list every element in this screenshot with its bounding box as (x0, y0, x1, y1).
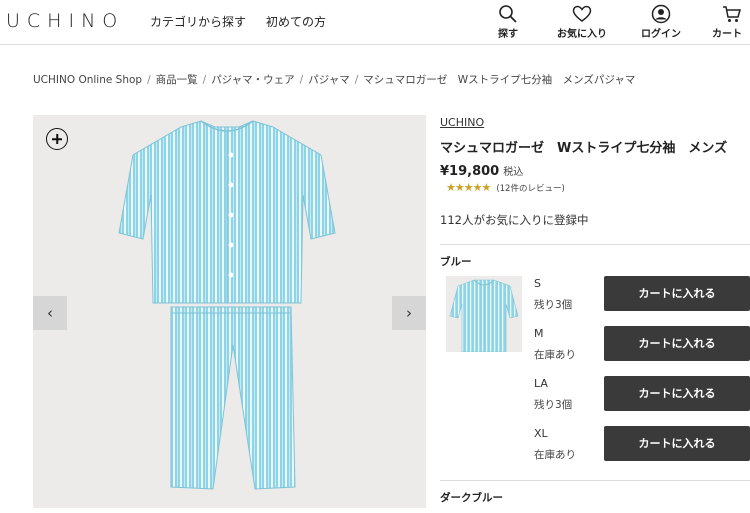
heart-icon (552, 4, 612, 24)
nav-first-time[interactable]: 初めての方 (266, 13, 326, 30)
breadcrumb-item[interactable]: UCHINO Online Shop (33, 74, 142, 86)
cart-icon (722, 4, 750, 24)
breadcrumb-separator: / (354, 74, 359, 86)
rating[interactable]: ★★★★★ (12件のレビュー) (446, 181, 565, 194)
divider (440, 244, 750, 245)
star-rating-icon: ★★★★★ (446, 181, 491, 194)
favorites-label: お気に入り (557, 29, 607, 40)
breadcrumb-separator: / (202, 74, 207, 86)
size-label: LA (534, 377, 548, 390)
product-image (118, 120, 336, 490)
color-label: ダークブルー (440, 492, 503, 504)
add-to-cart-button[interactable]: カートに入れる (604, 326, 750, 361)
size-label: M (534, 327, 544, 340)
add-to-cart-button[interactable]: カートに入れる (604, 426, 750, 461)
breadcrumb: UCHINO Online Shop / 商品一覧 / パジャマ・ウェア / パジャマ / マシ… (33, 72, 635, 87)
product-price: ¥19,800 税込 (440, 163, 523, 179)
stock-status: 在庫あり (534, 349, 576, 361)
stock-status: 残り3個 (534, 299, 573, 311)
prev-image-button[interactable]: ‹ (33, 296, 67, 330)
login-button[interactable]: ログイン (631, 4, 691, 40)
chevron-left-icon: ‹ (47, 304, 53, 322)
stock-status: 在庫あり (534, 449, 576, 461)
favorites-button[interactable]: お気に入り (552, 4, 612, 40)
variant-thumbnail (446, 276, 522, 352)
cart-button[interactable]: カート (712, 4, 750, 40)
product-image-gallery: ‹ › (33, 115, 426, 508)
favorite-count: 112人がお気に入りに登録中 (440, 213, 589, 227)
divider (440, 480, 750, 481)
chevron-right-icon: › (406, 304, 412, 322)
search-button[interactable]: 探す (478, 4, 538, 40)
cart-label: カート (712, 29, 742, 40)
site-header: UCHINO カテゴリから探す 初めての方 探す お気に入り ログイン カート (0, 0, 750, 45)
size-label: XL (534, 427, 548, 440)
product-title: マシュマロガーゼ Wストライプ七分袖 メンズ (440, 141, 728, 156)
nav-category[interactable]: カテゴリから探す (150, 13, 246, 30)
site-logo[interactable]: UCHINO (6, 10, 124, 32)
add-to-cart-button[interactable]: カートに入れる (604, 376, 750, 411)
search-label: 探す (498, 29, 518, 40)
tax-label: 税込 (503, 167, 524, 178)
login-label: ログイン (641, 29, 681, 40)
add-to-cart-button[interactable]: カートに入れる (604, 276, 750, 311)
review-count[interactable]: (12件のレビュー) (496, 184, 564, 194)
breadcrumb-item[interactable]: パジャマ・ウェア (211, 74, 294, 86)
stock-status: 残り3個 (534, 399, 573, 411)
zoom-icon[interactable] (46, 128, 68, 150)
color-label: ブルー (440, 256, 472, 268)
breadcrumb-current: マシュマロガーゼ Wストライプ七分袖 メンズパジャマ (363, 74, 636, 86)
breadcrumb-item[interactable]: パジャマ (308, 74, 349, 86)
brand-link[interactable]: UCHINO (440, 116, 484, 129)
breadcrumb-separator: / (147, 74, 151, 86)
next-image-button[interactable]: › (392, 296, 426, 330)
user-icon (631, 4, 691, 24)
search-icon (478, 4, 538, 24)
price-value: ¥19,800 (440, 164, 500, 179)
breadcrumb-separator: / (299, 74, 304, 86)
breadcrumb-item[interactable]: 商品一覧 (156, 74, 198, 86)
size-label: S (534, 277, 541, 290)
